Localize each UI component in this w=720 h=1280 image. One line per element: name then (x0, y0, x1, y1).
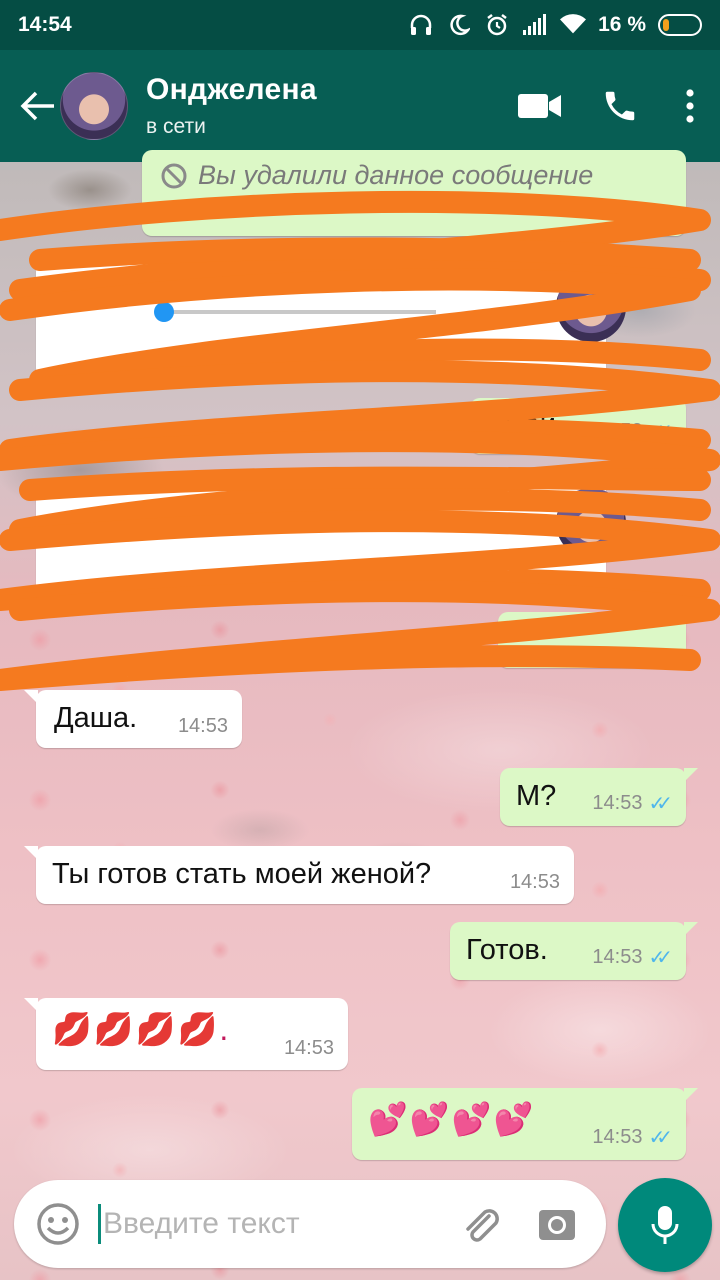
signal-icon (522, 13, 548, 37)
message-time: 14:53 (283, 1037, 334, 1059)
message-text: Даша. (54, 702, 138, 734)
emoji-button[interactable] (20, 1186, 96, 1262)
alarm-icon (484, 13, 510, 37)
status-icons: 16 % (408, 13, 702, 37)
battery-level (663, 19, 669, 31)
voice-call-button[interactable] (580, 71, 660, 141)
battery-icon (658, 14, 702, 36)
text-caret (98, 1204, 101, 1244)
video-call-icon (518, 94, 561, 118)
message-composer (14, 1180, 606, 1268)
message-bubble-incoming[interactable]: Даша. 14:53 (24, 690, 242, 748)
message-text: Готов. (466, 934, 548, 966)
video-call-button[interactable] (500, 71, 580, 141)
bubble-tail (684, 768, 698, 782)
message-text: М? (516, 780, 557, 812)
attach-button[interactable] (446, 1189, 516, 1259)
headphones-icon (408, 13, 434, 37)
back-arrow-icon (20, 91, 54, 121)
message-time: 14:53 (592, 946, 643, 968)
read-ticks-icon: ✓✓ (648, 1127, 672, 1149)
scribble-overlay (0, 190, 720, 691)
moon-icon (446, 13, 472, 37)
message-bubble-outgoing[interactable]: 💕💕💕💕 14:53 ✓✓ (352, 1088, 698, 1160)
contact-info[interactable]: Онджелена в сети (146, 73, 317, 139)
camera-icon (539, 1210, 575, 1240)
status-time: 14:54 (18, 13, 72, 36)
hearts-emoji-text: 💕💕💕💕 (368, 1101, 536, 1137)
more-icon (686, 89, 694, 123)
voice-record-button[interactable] (618, 1178, 712, 1272)
bubble-tail (684, 1088, 698, 1102)
message-bubble-outgoing[interactable]: Готов. 14:53 ✓✓ (450, 922, 698, 980)
chat-header: Онджелена в сети (0, 50, 720, 162)
wifi-icon (560, 13, 587, 37)
message-bubble-incoming[interactable]: Ты готов стать моей женой? 14:53 (24, 846, 574, 904)
back-button[interactable] (10, 76, 66, 136)
message-input[interactable] (103, 1207, 433, 1241)
contact-name: Онджелена (146, 73, 317, 106)
bubble-tail (684, 922, 698, 936)
microphone-icon (651, 1206, 679, 1244)
phone-icon (605, 91, 635, 121)
message-time: 14:53 (509, 871, 560, 893)
contact-avatar[interactable] (60, 72, 128, 140)
bubble-tail (24, 846, 38, 860)
status-bar: 14:54 16 % (0, 0, 720, 50)
read-ticks-icon: ✓✓ (648, 793, 672, 815)
paperclip-icon (466, 1209, 499, 1242)
bubble-tail (24, 690, 38, 704)
message-time: 14:53 (592, 792, 643, 814)
read-ticks-icon: ✓✓ (648, 947, 672, 969)
contact-status: в сети (146, 115, 206, 138)
kiss-emoji-text: 💋💋💋💋. (52, 1011, 231, 1047)
emoji-icon (37, 1203, 79, 1245)
header-actions (500, 71, 720, 141)
camera-button[interactable] (522, 1189, 592, 1259)
message-text: Ты готов стать моей женой? (52, 858, 432, 890)
message-bubble-incoming[interactable]: 💋💋💋💋. 14:53 (24, 998, 348, 1070)
more-options-button[interactable] (660, 71, 720, 141)
battery-percent: 16 % (598, 13, 646, 36)
bubble-tail (24, 998, 38, 1012)
message-bubble-outgoing[interactable]: М? 14:53 ✓✓ (500, 768, 698, 826)
message-time: 14:53 (592, 1126, 643, 1148)
message-time: 14:53 (177, 715, 228, 737)
